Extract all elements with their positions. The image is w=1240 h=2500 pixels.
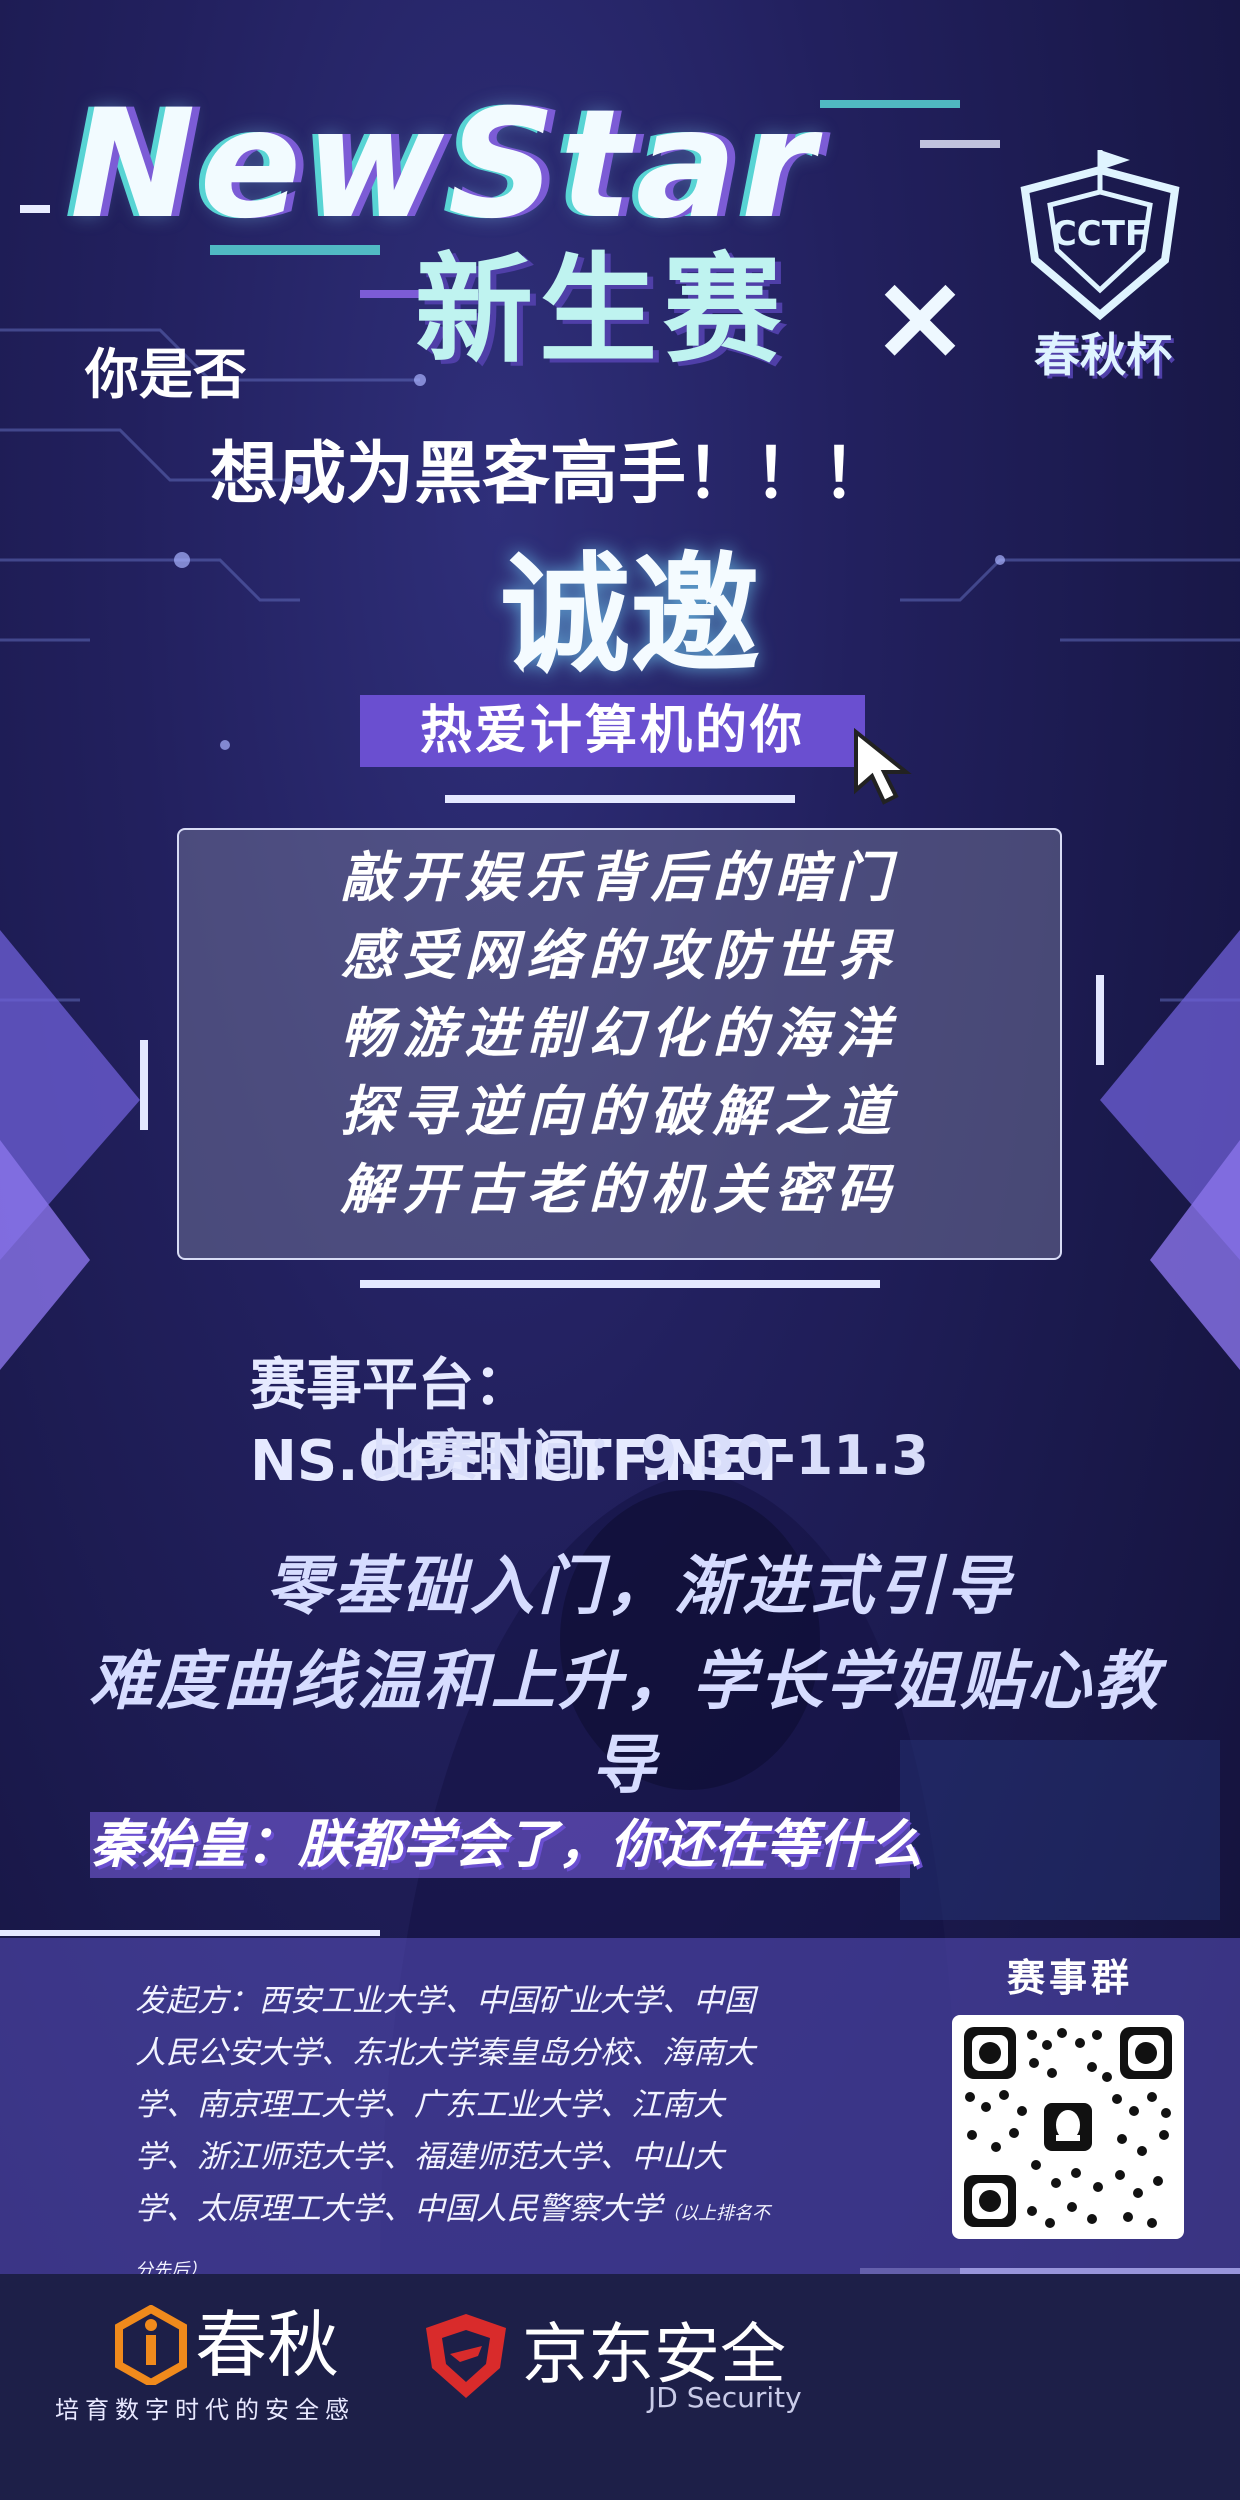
question-line-2: 想成为黑客高手！！！: [210, 435, 891, 514]
invite-target: 热爱计算机的你: [419, 701, 805, 761]
feature-line: 畅游进制幻化的海洋: [340, 1002, 899, 1065]
feature-line: 解开古老的机关密码: [340, 1158, 899, 1221]
event-time: 比赛时间：9.30-11.3: [370, 1424, 929, 1487]
group-title: 赛事群: [1006, 1956, 1133, 2000]
cctf-badge-text: CCTF: [1052, 214, 1148, 254]
jd-security-shield-icon: [426, 2314, 506, 2398]
feature-line: 探寻逆向的破解之道: [340, 1080, 899, 1143]
jd-security-sub: JD Security: [648, 2381, 802, 2414]
collab-times-symbol: ×: [869, 248, 971, 387]
chunqiu-name: 春秋: [195, 2303, 340, 2387]
question-line-1: 你是否: [85, 343, 247, 406]
chunqiu-logo-icon: [115, 2305, 187, 2385]
cctf-shield-icon: CCTF: [1020, 150, 1180, 321]
event-platform: 赛事平台：NS.OPENCTF.NET: [250, 1353, 787, 1494]
qr-code-icon: [964, 2027, 1172, 2228]
slogan-line-2: 难度曲线温和上升，学长学姐贴心教导: [89, 1645, 1161, 1803]
event-subtitle: 新生赛: [415, 241, 788, 379]
qr-code[interactable]: [952, 2015, 1184, 2239]
feature-line: 感受网络的攻防世界: [340, 924, 899, 987]
invite-heading: 诚邀: [499, 539, 760, 691]
chunqiu-tagline: 培育数字时代的安全感: [55, 2396, 355, 2424]
sponsor-names: 发起方：西安工业大学、中国矿业大学、中国人民公安大学、东北大学秦皇岛分校、海南大…: [135, 1983, 755, 2227]
event-title: NewStar: [70, 78, 819, 252]
feature-line: 敲开娱乐背后的暗门: [340, 846, 899, 909]
mouse-cursor-icon: [854, 728, 912, 805]
quote-text: 秦始皇：朕都学会了，你还在等什么: [90, 1815, 923, 1875]
partner-label: 春秋杯: [1034, 328, 1172, 382]
slogan-line-1: 零基础入门，渐进式引导: [266, 1550, 1014, 1624]
poster: CCTF NewStar 新生赛 × 春秋杯 你是否 想成为黑客高手！！！ 诚邀…: [0, 0, 1240, 2500]
sponsor-list: 发起方：西安工业大学、中国矿业大学、中国人民公安大学、东北大学秦皇岛分校、海南大…: [135, 1975, 775, 2281]
